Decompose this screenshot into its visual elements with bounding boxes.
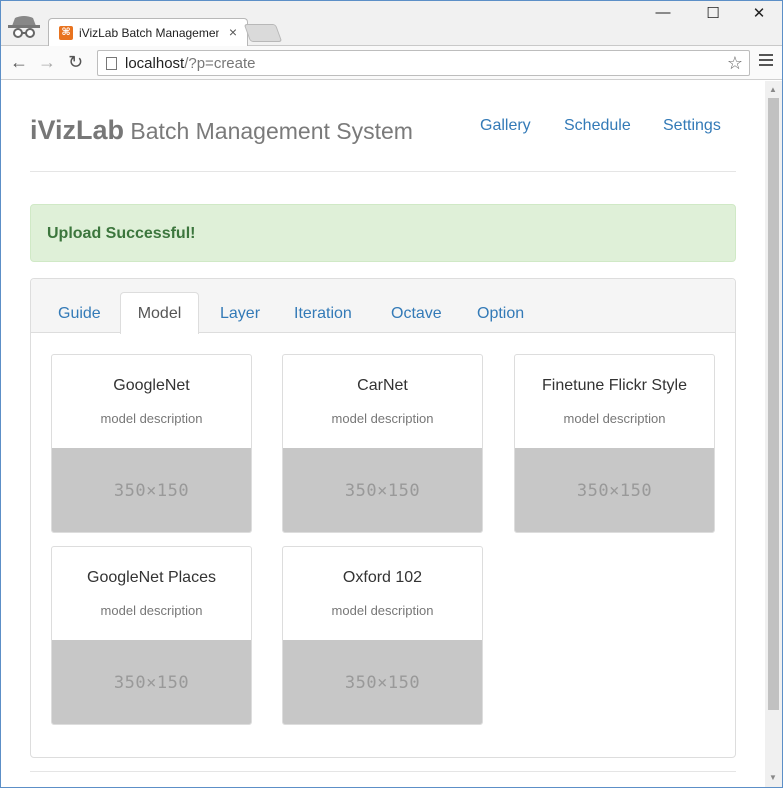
- model-description: model description: [100, 411, 203, 426]
- scroll-up-arrow-icon[interactable]: ▲: [769, 85, 777, 94]
- page-scrollbar[interactable]: ▲ ▼: [765, 81, 782, 787]
- back-arrow-icon[interactable]: ←: [10, 52, 28, 73]
- model-description: model description: [100, 603, 203, 618]
- model-description: model description: [331, 411, 434, 426]
- url-path: /?p=create: [184, 54, 256, 72]
- model-title: CarNet: [357, 377, 408, 394]
- model-image-placeholder: 350×150: [52, 448, 251, 532]
- close-window-button[interactable]: ✕: [744, 4, 774, 22]
- maximize-button[interactable]: ☐: [698, 4, 728, 22]
- brand-title: iVizLab Batch Management System: [30, 115, 413, 146]
- model-card-oxford-102[interactable]: Oxford 102 model description 350×150: [282, 546, 483, 725]
- browser-tab-strip: ⌘ iVizLab Batch Managemen × — ☐ ✕: [0, 0, 783, 46]
- bookmark-star-icon[interactable]: ☆: [727, 53, 743, 74]
- reload-icon[interactable]: ↻: [68, 52, 83, 73]
- nav-settings-link[interactable]: Settings: [663, 117, 721, 135]
- nav-gallery-link[interactable]: Gallery: [480, 117, 531, 135]
- model-title: GoogleNet: [113, 377, 190, 394]
- model-image-placeholder: 350×150: [283, 448, 482, 532]
- browser-tab[interactable]: ⌘ iVizLab Batch Managemen ×: [48, 18, 248, 46]
- scroll-thumb[interactable]: [768, 98, 779, 710]
- tab-layer[interactable]: Layer: [220, 305, 260, 323]
- incognito-icon: [8, 16, 40, 38]
- model-description: model description: [563, 411, 666, 426]
- tab-model[interactable]: Model: [120, 292, 199, 334]
- nav-schedule-link[interactable]: Schedule: [564, 117, 631, 135]
- forward-arrow-icon[interactable]: →: [38, 52, 56, 73]
- scroll-down-arrow-icon[interactable]: ▼: [769, 773, 777, 782]
- model-image-placeholder: 350×150: [52, 640, 251, 724]
- tab-title: iVizLab Batch Managemen: [79, 25, 219, 40]
- create-panel: Guide Model Layer Iteration Octave Optio…: [30, 278, 736, 758]
- new-tab-button[interactable]: [243, 24, 283, 42]
- tab-iteration[interactable]: Iteration: [294, 305, 352, 323]
- hamburger-menu-icon[interactable]: [759, 54, 773, 69]
- model-description: model description: [331, 603, 434, 618]
- model-card-googlenet[interactable]: GoogleNet model description 350×150: [51, 354, 252, 533]
- model-title: GoogleNet Places: [87, 569, 216, 586]
- model-title: Finetune Flickr Style: [542, 377, 687, 394]
- browser-toolbar: ← → ↻ localhost /?p=create ☆: [0, 46, 783, 80]
- header-divider: [30, 171, 736, 172]
- model-card-googlenet-places[interactable]: GoogleNet Places model description 350×1…: [51, 546, 252, 725]
- model-card-finetune-flickr-style[interactable]: Finetune Flickr Style model description …: [514, 354, 715, 533]
- tab-octave[interactable]: Octave: [391, 305, 442, 323]
- brand-subtitle: Batch Management System: [124, 118, 413, 144]
- brand-name: iVizLab: [30, 115, 125, 145]
- page-content: iVizLab Batch Management System Gallery …: [0, 81, 765, 788]
- model-image-placeholder: 350×150: [515, 448, 714, 532]
- page-icon: [106, 56, 117, 70]
- model-image-placeholder: 350×150: [283, 640, 482, 724]
- minimize-button[interactable]: —: [648, 4, 678, 21]
- model-title: Oxford 102: [342, 569, 423, 586]
- tab-guide[interactable]: Guide: [58, 305, 101, 323]
- model-card-carnet[interactable]: CarNet model description 350×150: [282, 354, 483, 533]
- footer-divider: [30, 771, 736, 772]
- panel-tab-bar: Guide Model Layer Iteration Octave Optio…: [31, 279, 735, 334]
- tab-option[interactable]: Option: [477, 305, 524, 323]
- address-bar[interactable]: localhost /?p=create ☆: [97, 50, 750, 76]
- xampp-favicon-icon: ⌘: [59, 25, 73, 40]
- tab-close-icon[interactable]: ×: [229, 24, 237, 40]
- upload-success-alert: Upload Successful!: [30, 204, 736, 262]
- url-host: localhost: [125, 54, 185, 72]
